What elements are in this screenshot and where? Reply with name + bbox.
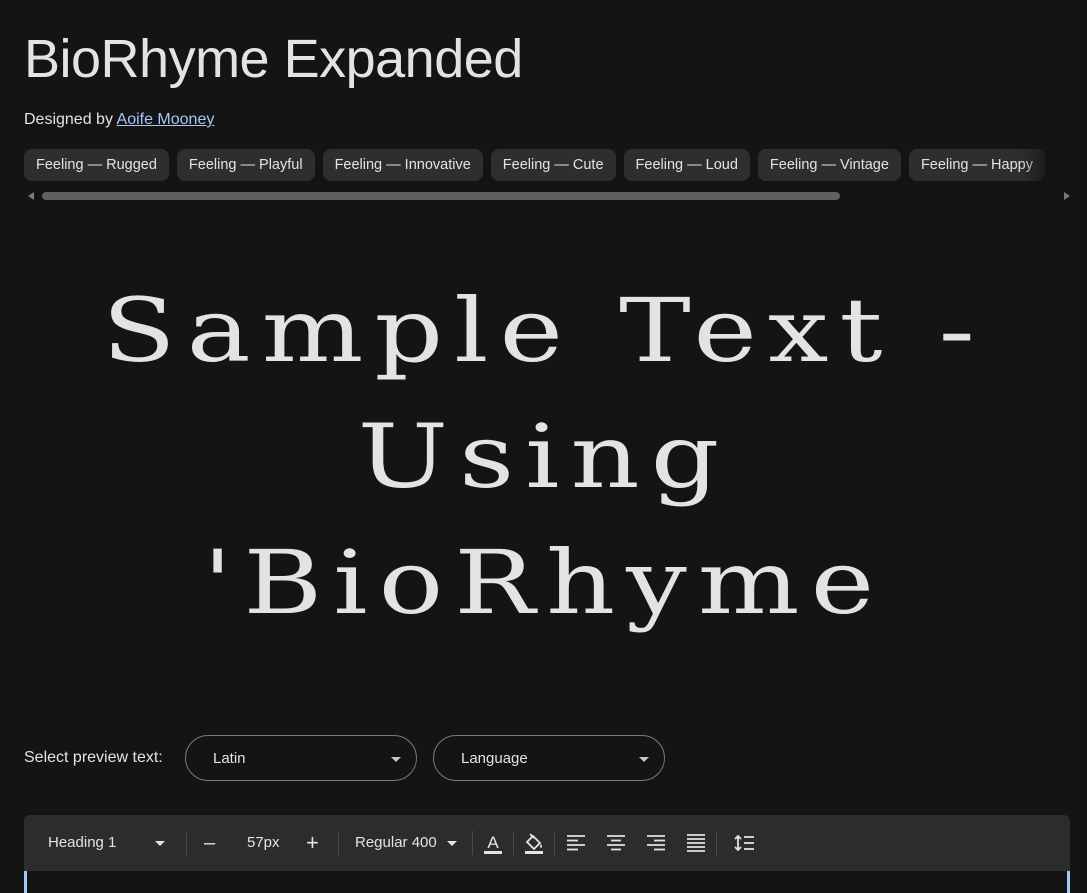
toolbar-divider	[186, 831, 187, 855]
designer-line: Designed by Aoife Mooney	[24, 111, 214, 129]
tag-chip-innovative[interactable]: Feeling — Innovative	[322, 149, 483, 181]
style-select-value: Heading 1	[48, 834, 117, 851]
tag-chip-cute[interactable]: Feeling — Cute	[490, 149, 616, 181]
font-specimen-page: BioRhyme Expanded Designed by Aoife Moon…	[0, 0, 1087, 893]
sample-preview-text[interactable]: Sample Text - Using 'BioRhyme	[0, 268, 1087, 646]
editor-text-area[interactable]	[24, 871, 1070, 893]
style-select[interactable]: Heading 1	[48, 815, 165, 871]
toolbar-divider	[554, 831, 555, 855]
align-left-icon[interactable]	[564, 831, 588, 855]
scrollbar-thumb[interactable]	[42, 192, 840, 200]
weight-select-value: Regular 400	[355, 834, 437, 851]
language-select[interactable]: Language	[433, 735, 665, 781]
weight-select[interactable]: Regular 400	[355, 815, 457, 871]
toolbar-divider	[513, 831, 514, 855]
chevron-down-icon	[639, 757, 649, 762]
toolbar-divider	[716, 831, 717, 855]
editor-toolbar: Heading 1 – 57px + Regular 400 A	[24, 815, 1070, 871]
line-height-icon[interactable]	[732, 831, 756, 855]
chevron-down-icon	[446, 840, 457, 846]
tags-scrollbar[interactable]	[24, 189, 1070, 203]
tag-chip-rugged[interactable]: Feeling — Rugged	[24, 149, 169, 181]
align-right-icon[interactable]	[644, 831, 668, 855]
preview-line-3: 'BioRhyme	[202, 531, 886, 634]
align-justify-icon[interactable]	[684, 831, 708, 855]
chips-fade	[1020, 149, 1060, 182]
editor-focus-edge	[24, 871, 27, 893]
chevron-down-icon	[391, 757, 401, 762]
tag-chip-loud[interactable]: Feeling — Loud	[623, 149, 750, 181]
font-title: BioRhyme Expanded	[24, 29, 523, 89]
script-select-value: Latin	[213, 750, 246, 767]
highlight-color-icon[interactable]	[522, 831, 546, 855]
scroll-right-arrow-icon[interactable]	[1064, 192, 1070, 200]
svg-text:A: A	[487, 833, 499, 852]
designer-link[interactable]: Aoife Mooney	[117, 111, 215, 128]
scroll-left-arrow-icon[interactable]	[28, 192, 34, 200]
toolbar-divider	[338, 831, 339, 855]
select-preview-label: Select preview text:	[24, 749, 163, 766]
increase-size-button[interactable]: +	[306, 815, 319, 871]
script-select[interactable]: Latin	[185, 735, 417, 781]
tag-chip-playful[interactable]: Feeling — Playful	[176, 149, 315, 181]
text-color-icon[interactable]: A	[481, 831, 505, 855]
chevron-down-icon	[154, 840, 165, 846]
toolbar-divider	[472, 831, 473, 855]
preview-line-1: Sample Text -	[102, 279, 986, 382]
designed-by-label: Designed by	[24, 111, 113, 128]
tag-chips: Feeling — Rugged Feeling — Playful Feeli…	[24, 149, 1060, 182]
decrease-size-button[interactable]: –	[204, 815, 215, 871]
language-select-value: Language	[461, 750, 528, 767]
font-size-value[interactable]: 57px	[247, 815, 280, 871]
tag-chip-vintage[interactable]: Feeling — Vintage	[757, 149, 901, 181]
align-center-icon[interactable]	[604, 831, 628, 855]
preview-line-2: Using	[357, 405, 731, 508]
editor-focus-edge	[1067, 871, 1070, 893]
